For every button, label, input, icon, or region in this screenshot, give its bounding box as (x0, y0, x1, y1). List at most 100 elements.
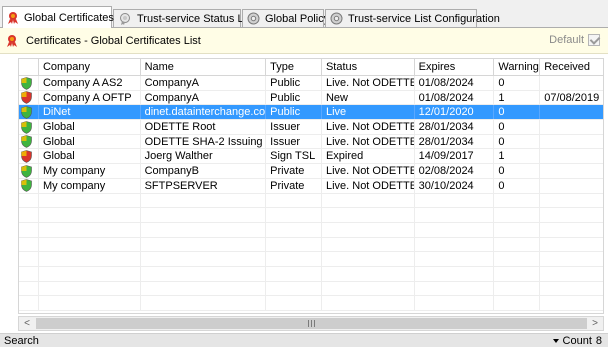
column-header-name[interactable]: Name (141, 59, 267, 76)
empty-cell (540, 194, 603, 208)
cell-received (540, 149, 603, 163)
seal-icon (118, 12, 132, 26)
cell-status: Live. Not ODETTE... (322, 76, 415, 90)
column-header-received[interactable]: Received (540, 59, 603, 76)
cell-type: Public (266, 76, 322, 90)
cell-expires: 01/08/2024 (415, 90, 495, 105)
empty-cell (39, 237, 141, 252)
empty-cell (415, 208, 495, 223)
row-status-cell (19, 90, 39, 105)
table-row[interactable]: My company SFTPSERVER Private Live. Not ODE… (19, 178, 603, 194)
cell-status: Live. Not ODETTE... (322, 134, 415, 149)
cell-name: CompanyA (141, 90, 267, 105)
table-row[interactable]: GlobalODETTE RootIssuerLive. Not ODETTE.… (19, 120, 603, 135)
scroll-thumb[interactable] (36, 318, 587, 329)
empty-cell (494, 208, 541, 223)
empty-cell (19, 193, 39, 208)
cell-expires: 14/09/2017 (415, 149, 495, 164)
tab-global-certificates[interactable]: Global Certificates (2, 6, 114, 28)
grid-rows: Company A AS2 CompanyA Public Live. Not ODE… (19, 76, 603, 311)
empty-cell (415, 296, 495, 311)
empty-cell (415, 237, 495, 252)
table-row[interactable]: Company A OFTP CompanyA Public New 01/08/202… (19, 90, 603, 106)
row-status-cell (19, 120, 39, 135)
column-header-expires[interactable]: Expires (415, 59, 495, 76)
empty-cell (415, 193, 495, 208)
cell-type: Sign TSL (266, 149, 322, 164)
empty-cell (322, 193, 415, 208)
empty-cell (39, 266, 141, 281)
empty-cell (19, 222, 39, 237)
empty-cell (19, 237, 39, 252)
empty-cell (266, 266, 322, 281)
scroll-left-button[interactable]: < (19, 317, 35, 330)
cell-name: ODETTE Root (141, 120, 267, 135)
column-header-warnings[interactable]: Warnings (494, 59, 541, 76)
empty-cell (415, 281, 495, 296)
cell-company: DiNet (39, 105, 141, 120)
default-label: Default (549, 34, 584, 46)
tab-global-policy[interactable]: Global Policy (242, 9, 329, 27)
shield-green-icon (21, 164, 32, 178)
empty-cell (540, 267, 603, 281)
empty-cell (141, 208, 267, 223)
cell-received (540, 135, 603, 149)
empty-cell (141, 237, 267, 252)
content-panel: Certificates - Global Certificates List … (0, 28, 608, 347)
table-row[interactable]: Global Joerg Walther Sign TSL Expired 14/09/… (19, 149, 603, 165)
scroll-right-button[interactable]: > (587, 317, 603, 330)
cell-company: Global (39, 120, 141, 135)
empty-cell (540, 223, 603, 237)
column-header-icon[interactable] (19, 59, 39, 76)
cell-warnings: 0 (494, 76, 541, 90)
horizontal-scrollbar[interactable]: < > (18, 316, 604, 331)
row-status-cell (19, 178, 39, 193)
gear-icon (247, 12, 260, 26)
shield-green-icon (21, 106, 32, 119)
empty-cell (19, 208, 39, 223)
empty-cell (39, 281, 141, 296)
table-row[interactable]: My company CompanyB Private Live. Not ODETT… (19, 164, 603, 179)
count-label: Count (562, 335, 592, 347)
empty-cell (322, 252, 415, 267)
cell-name: SFTPSERVER (141, 178, 267, 193)
column-header-status[interactable]: Status (322, 59, 415, 76)
empty-cell (141, 222, 267, 237)
empty-row (19, 222, 603, 238)
cell-company: Company A OFTP (39, 90, 141, 105)
default-checkbox[interactable] (588, 34, 600, 46)
shield-green-icon (21, 76, 32, 90)
table-row[interactable]: GlobalODETTE SHA-2 Issuing CAIssuerLive.… (19, 134, 603, 150)
tab-trust-service-list-configuration[interactable]: Trust-service List Configuration (325, 9, 500, 27)
row-status-cell (19, 76, 39, 90)
column-header-company[interactable]: Company (39, 59, 141, 76)
empty-cell (141, 252, 267, 267)
cell-type: Private (266, 178, 322, 193)
empty-row (19, 193, 603, 209)
empty-cell (540, 238, 603, 252)
empty-cell (540, 282, 603, 296)
cell-warnings: 1 (494, 90, 541, 105)
row-status-cell (19, 105, 39, 120)
empty-row (19, 266, 603, 282)
empty-cell (141, 296, 267, 311)
column-header-type[interactable]: Type (266, 59, 322, 76)
cell-status: Live. Not ODETTE... (322, 178, 415, 193)
empty-cell (39, 208, 141, 223)
cell-expires: 30/10/2024 (415, 178, 495, 193)
certificates-grid: Company Name Type Status Expires Warning… (18, 58, 604, 314)
empty-cell (540, 208, 603, 222)
table-row[interactable]: Company A AS2 CompanyA Public Live. Not ODE… (19, 76, 603, 91)
tab-trust-service-status-lists[interactable]: Trust-service Status Lists (113, 9, 260, 27)
empty-cell (415, 252, 495, 267)
count-indicator[interactable]: Count 8 (552, 334, 602, 347)
table-row[interactable]: DiNet dinet.datainterchange.com Public Live… (19, 105, 603, 121)
default-toggle[interactable]: Default (549, 34, 600, 46)
empty-cell (39, 252, 141, 267)
empty-row (19, 296, 603, 311)
tab-bar: Global Certificates Trust-service Status… (0, 0, 608, 28)
cell-name: Joerg Walther (141, 149, 267, 164)
cell-received (540, 164, 603, 178)
search-button[interactable]: Search (4, 334, 39, 347)
shield-red-icon (21, 91, 32, 105)
